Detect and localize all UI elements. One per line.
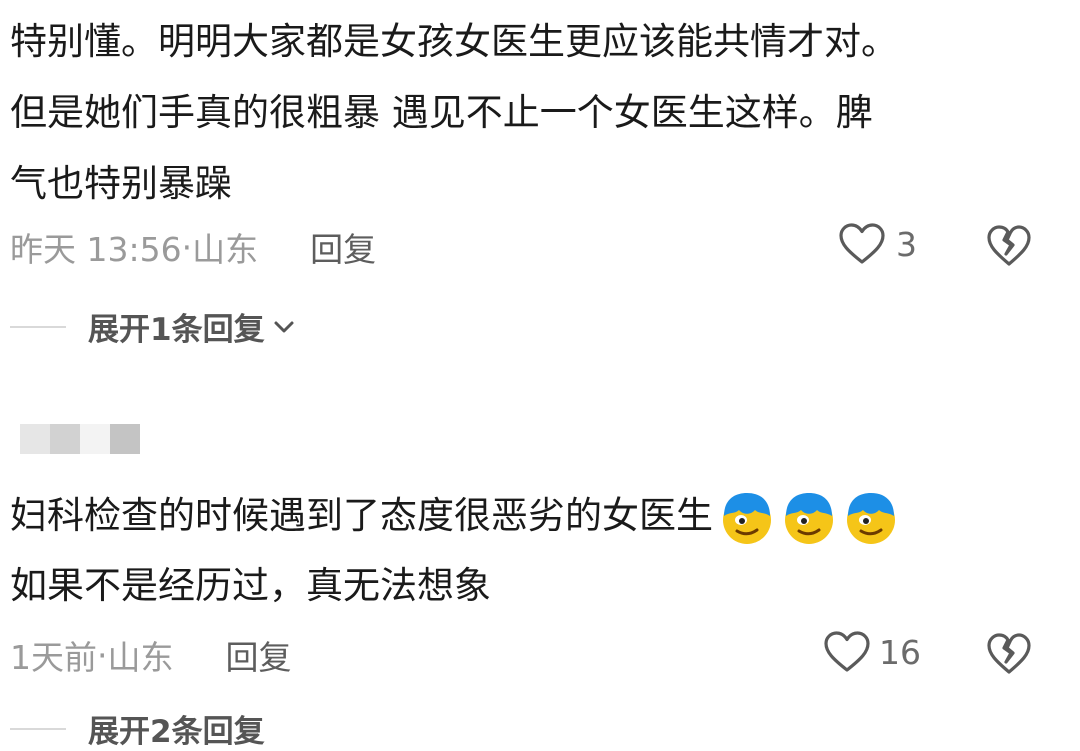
comment-text-line: 但是她们手真的很粗暴 遇见不止一个女医生这样。脾 [10,91,873,134]
comment-meta: 昨天 13:56 · 山东 回复 [10,222,376,272]
like-button[interactable]: 3 [838,222,917,266]
comment-location: 山东 [107,638,174,677]
reply-button[interactable]: 回复 [310,223,376,271]
like-count: 3 [896,224,917,264]
like-count: 16 [879,632,921,672]
expand-replies-button[interactable]: 展开2条回复 [10,706,265,751]
broken-heart-icon [987,633,1031,674]
dislike-button[interactable] [986,632,1032,680]
comment-text-line: 如果不是经历过，真无法想象 [10,564,491,607]
meta-separator: · [181,227,193,267]
comment-text-line: 气也特别暴躁 [10,162,232,205]
comment-text-line: 妇科检查的时候遇到了态度很恶劣的女医生 [10,494,713,537]
chevron-down-icon [274,321,294,332]
username-blurred[interactable] [20,424,140,454]
divider-line [10,727,66,730]
comment-text-line: 特别懂。明明大家都是女孩女医生更应该能共情才对。 [10,20,898,63]
comment-time: 1天前 [10,638,97,677]
like-button[interactable]: 16 [823,630,921,674]
comment-meta: 1天前 · 山东 回复 [10,630,292,680]
expand-replies-label: 展开2条回复 [88,714,265,750]
expand-replies-label: 展开1条回复 [88,312,265,348]
heart-outline-icon [824,631,870,672]
reply-button[interactable]: 回复 [226,631,292,679]
meta-separator: · [97,635,108,675]
divider-line [10,325,66,328]
comment-text-line-with-emojis: 妇科检查的时候遇到了态度很恶劣的女医生 [10,479,899,552]
comment-time: 昨天 13:56 [10,230,182,269]
heart-outline-icon [839,223,885,264]
expand-replies-button[interactable]: 展开1条回复 [10,304,295,349]
cool-face-emoji-icon [723,492,771,544]
dislike-button[interactable] [986,224,1032,272]
broken-heart-icon [987,225,1031,266]
cool-face-emoji-icon [847,492,895,544]
comment-location: 山东 [192,230,259,269]
cool-face-emoji-icon [785,492,833,544]
